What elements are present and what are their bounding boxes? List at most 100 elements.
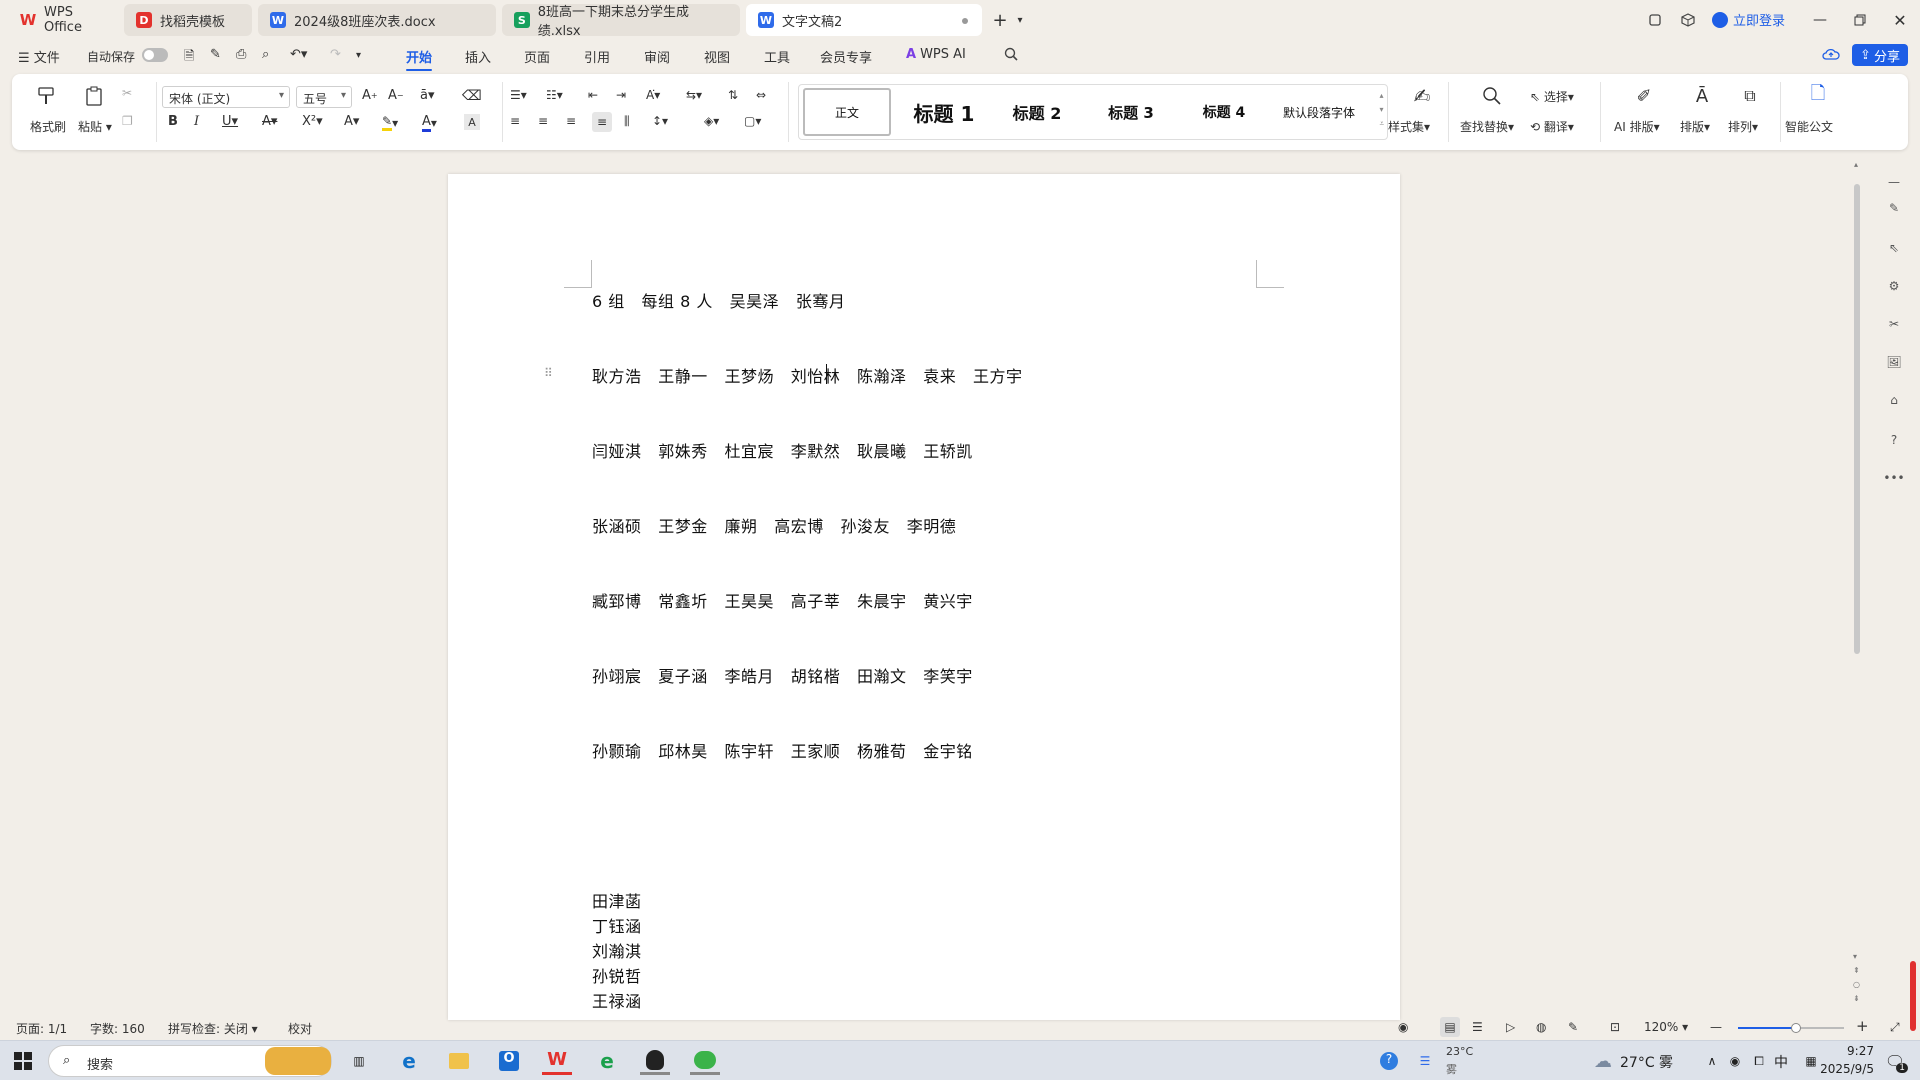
doc-line[interactable]: 闫娅淇 郭姝秀 杜宜宸 李默然 耿晨曦 王轿凯: [592, 438, 973, 462]
style-normal[interactable]: 正文: [803, 88, 891, 136]
doc-list-line[interactable]: 王禄涵: [592, 988, 642, 1012]
weather-small-temp[interactable]: 23°C: [1446, 1045, 1473, 1058]
doc-list-line[interactable]: 丁钰涵: [592, 913, 642, 937]
shading-button[interactable]: ◈▾: [704, 114, 719, 128]
image-edit-icon[interactable]: 🖼: [1882, 350, 1906, 374]
minimize-button[interactable]: —: [1810, 10, 1830, 30]
ime-indicator[interactable]: 中: [1774, 1052, 1788, 1072]
char-shading-button[interactable]: A: [464, 114, 480, 130]
zoom-select[interactable]: 120% ▾: [1644, 1020, 1688, 1034]
web-view-icon[interactable]: ◍: [1536, 1020, 1546, 1034]
paste-label[interactable]: 粘贴 ▾: [78, 118, 112, 135]
bold-button[interactable]: B: [168, 114, 178, 129]
word-count[interactable]: 字数: 160: [90, 1020, 145, 1037]
format-painter-label[interactable]: 格式刷: [30, 118, 66, 135]
text-effect-button[interactable]: A▾: [344, 114, 359, 129]
borders-button[interactable]: ▢▾: [744, 114, 761, 128]
arrange-label[interactable]: 排列▾: [1728, 118, 1758, 135]
tab-review[interactable]: 审阅: [644, 47, 670, 66]
align-right-button[interactable]: ≡: [566, 114, 576, 128]
doc-line[interactable]: 孙翊宸 夏子涵 李皓月 胡铭楷 田瀚文 李笑宇: [592, 663, 973, 687]
proofread-button[interactable]: 校对: [288, 1020, 312, 1037]
outlook-icon[interactable]: O: [494, 1047, 524, 1075]
wps-taskbar-icon[interactable]: W: [542, 1047, 572, 1075]
style-heading-2[interactable]: 标题 2: [993, 88, 1081, 136]
zoom-slider-knob[interactable]: [1791, 1023, 1802, 1033]
widgets-icon[interactable]: ☰: [1410, 1047, 1440, 1075]
doc-line[interactable]: 耿方浩 王静一 王梦炀 刘怡林 陈瀚泽 袁来 王方宇: [592, 363, 1023, 387]
tab-document2[interactable]: W 文字文稿2: [746, 4, 982, 36]
font-size-select[interactable]: 五号 ▾: [296, 86, 352, 108]
window-layout-icon[interactable]: [1645, 10, 1665, 30]
play-icon[interactable]: ▷: [1506, 1020, 1515, 1034]
windows-start-icon[interactable]: [8, 1047, 38, 1075]
tab-docer[interactable]: D 找稻壳模板: [124, 4, 252, 36]
eye-icon[interactable]: ◉: [1398, 1020, 1408, 1034]
tab-wps-office[interactable]: W WPS Office: [8, 4, 120, 36]
tab-seating-docx[interactable]: W 2024级8班座次表.docx: [258, 4, 496, 36]
numbered-list-button[interactable]: ☷▾: [546, 88, 563, 102]
cube-icon[interactable]: [1678, 10, 1698, 30]
close-window-button[interactable]: ✕: [1890, 10, 1910, 30]
arrange-icon[interactable]: ⧉: [1738, 84, 1762, 108]
copy-icon[interactable]: ❐: [122, 114, 133, 128]
shrink-font-icon[interactable]: A −: [388, 88, 404, 103]
format-painter-icon[interactable]: [34, 84, 58, 108]
save-icon[interactable]: 🗎: [184, 47, 194, 69]
bullet-list-button[interactable]: ☰▾: [510, 88, 527, 102]
sort-button[interactable]: ⇅: [728, 88, 738, 102]
zoom-in-icon[interactable]: +: [1856, 1017, 1869, 1035]
page-count[interactable]: 页面: 1/1: [16, 1020, 67, 1037]
tab-page[interactable]: 页面: [524, 47, 550, 66]
font-color-button[interactable]: A ▾: [422, 114, 437, 132]
line-break-button[interactable]: ⇆▾: [686, 88, 702, 102]
zoom-slider[interactable]: [1738, 1023, 1844, 1033]
task-view-icon[interactable]: ▥: [344, 1047, 374, 1075]
print-icon[interactable]: ⎙: [236, 47, 246, 62]
doc-list-line[interactable]: 孙锐哲: [592, 963, 642, 987]
tab-insert[interactable]: 插入: [465, 47, 491, 66]
weather-temp[interactable]: 27°C 雾: [1620, 1052, 1673, 1072]
wechat-icon[interactable]: [690, 1047, 720, 1075]
fit-page-icon[interactable]: ⊡: [1610, 1020, 1620, 1034]
tools-icon[interactable]: ✂: [1882, 312, 1906, 336]
tray-display-icon[interactable]: ⧠: [1744, 1047, 1774, 1075]
document-page[interactable]: ⠿ 6 组 每组 8 人 吴昊泽 张骞月 耿方浩 王静一 王梦炀 刘怡林 陈瀚泽…: [448, 174, 1400, 1020]
page-view-icon[interactable]: ▤: [1440, 1017, 1460, 1037]
select-button[interactable]: ⇖ 选择▾: [1530, 88, 1574, 105]
doc-line[interactable]: 臧郅博 常鑫圻 王昊昊 高子莘 朱晨宇 黄兴宇: [592, 588, 973, 612]
share-button[interactable]: ⇪ 分享: [1852, 44, 1908, 66]
doc-list-line[interactable]: 刘瀚淇: [592, 938, 642, 962]
style-heading-3[interactable]: 标题 3: [1087, 88, 1175, 136]
cloud-weather-icon[interactable]: ☁: [1588, 1047, 1618, 1075]
text-direction-button[interactable]: A͘▾: [646, 88, 660, 102]
paste-icon[interactable]: [82, 84, 106, 108]
show-marks-button[interactable]: ⇔: [756, 88, 766, 102]
pen-icon[interactable]: ✎: [1882, 196, 1906, 220]
outline-view-icon[interactable]: ☰: [1472, 1020, 1483, 1034]
smart-doc-label[interactable]: 智能公文: [1785, 118, 1833, 135]
login-button[interactable]: 立即登录: [1712, 10, 1785, 29]
scroll-up-icon[interactable]: ▴: [1854, 160, 1858, 169]
layout-label[interactable]: 排版▾: [1680, 118, 1710, 135]
style-heading-1[interactable]: 标题 1: [899, 88, 989, 136]
file-explorer-icon[interactable]: [444, 1047, 474, 1075]
autosave-toggle[interactable]: [142, 48, 168, 62]
format-brush-small-icon[interactable]: ✎: [210, 47, 221, 62]
find-replace-icon[interactable]: [1480, 84, 1504, 108]
tab-tools[interactable]: 工具: [764, 47, 790, 66]
increase-indent-button[interactable]: ⇥: [616, 88, 626, 102]
redo-icon[interactable]: ↷: [330, 47, 341, 62]
more-chevron-icon[interactable]: ▾: [356, 50, 361, 61]
tab-wps-ai[interactable]: A WPS AI: [906, 47, 966, 62]
page-nav-icons[interactable]: ▾ ⇞ ○ ⇟: [1853, 950, 1860, 1006]
drag-handle-icon[interactable]: ⠿: [544, 366, 553, 380]
doc-list-line[interactable]: 田津菡: [592, 888, 642, 912]
zoom-out-icon[interactable]: —: [1710, 1020, 1722, 1034]
smart-doc-icon[interactable]: 🗋: [1806, 83, 1830, 108]
tab-home[interactable]: 开始: [406, 47, 433, 71]
superscript-button[interactable]: X²▾: [302, 114, 323, 129]
clock-date[interactable]: 2025/9/5: [1804, 1062, 1874, 1076]
restore-button[interactable]: [1850, 10, 1870, 30]
spellcheck-toggle[interactable]: 拼写检查: 关闭 ▾: [168, 1020, 258, 1037]
